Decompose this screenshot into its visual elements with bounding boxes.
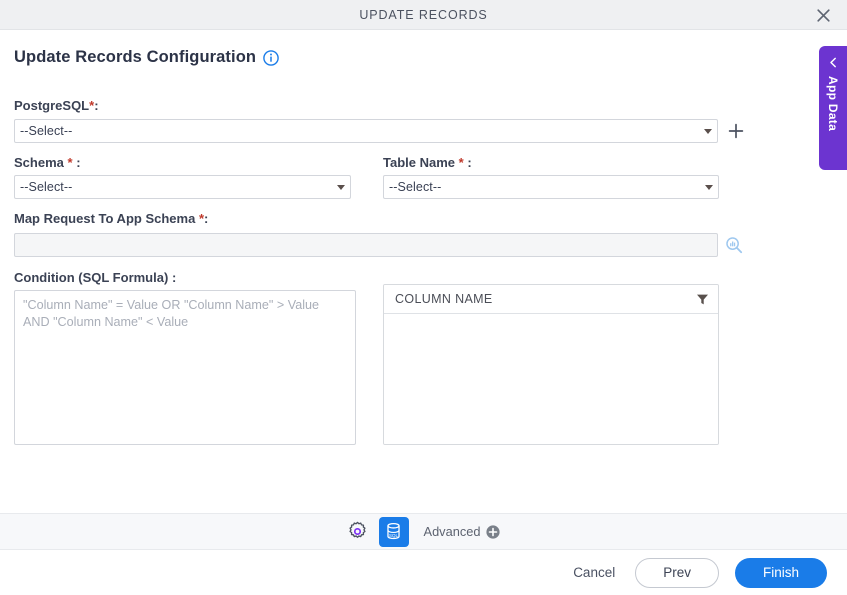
chevron-left-icon: [828, 57, 839, 76]
table-name-label-text: Table Name: [383, 155, 456, 170]
chevron-down-icon: [700, 184, 718, 190]
postgresql-label-text: PostgreSQL: [14, 98, 90, 113]
column-name-panel: COLUMN NAME: [383, 284, 719, 445]
advanced-label: Advanced: [423, 524, 481, 539]
map-request-input[interactable]: [14, 233, 718, 257]
data-search-icon[interactable]: [723, 234, 745, 256]
add-postgresql-connection-button[interactable]: [725, 119, 747, 143]
database-icon[interactable]: SQL: [378, 516, 409, 547]
schema-select[interactable]: --Select--: [14, 175, 351, 199]
condition-label-text: Condition (SQL Formula): [14, 270, 169, 285]
table-name-select-value: --Select--: [389, 180, 442, 194]
map-request-label: Map Request To App Schema *:: [14, 211, 208, 226]
schema-label: Schema * :: [14, 155, 81, 170]
svg-text:SQL: SQL: [389, 533, 399, 538]
plus-circle-icon[interactable]: [486, 524, 501, 539]
postgresql-select[interactable]: --Select--: [14, 119, 718, 143]
update-records-dialog: UPDATE RECORDS Update Records Configurat…: [0, 0, 847, 595]
schema-required-mark: *: [67, 155, 73, 170]
dialog-title: UPDATE RECORDS: [359, 8, 488, 22]
info-circle-icon[interactable]: [263, 49, 279, 66]
chevron-down-icon: [699, 128, 717, 134]
schema-label-text: Schema: [14, 155, 64, 170]
condition-label-colon: :: [171, 270, 177, 285]
condition-label: Condition (SQL Formula) :: [14, 270, 176, 285]
table-name-label-colon: :: [467, 155, 472, 170]
dialog-title-bar: UPDATE RECORDS: [0, 0, 847, 30]
advanced-settings-button[interactable]: Advanced: [424, 524, 501, 539]
column-name-panel-header: COLUMN NAME: [384, 285, 718, 314]
app-data-side-tab-label: App Data: [826, 76, 840, 132]
table-name-required-mark: *: [458, 155, 464, 170]
finish-button[interactable]: Finish: [734, 557, 827, 588]
schema-select-value: --Select--: [20, 180, 73, 194]
dialog-footer: Cancel Prev Finish: [0, 550, 847, 595]
filter-funnel-icon[interactable]: [696, 293, 709, 306]
table-name-select[interactable]: --Select--: [383, 175, 719, 199]
page-header: Update Records Configuration: [14, 48, 279, 67]
close-icon[interactable]: [811, 4, 835, 27]
postgresql-label-colon: :: [94, 98, 99, 113]
gear-icon[interactable]: [347, 521, 368, 542]
dialog-toolbar: SQL Advanced: [0, 513, 847, 550]
prev-button[interactable]: Prev: [635, 557, 719, 588]
schema-label-colon: :: [76, 155, 81, 170]
postgresql-label: PostgreSQL*:: [14, 98, 99, 113]
column-name-header-label: COLUMN NAME: [395, 292, 493, 306]
map-request-label-text: Map Request To App Schema: [14, 211, 196, 226]
cancel-button[interactable]: Cancel: [569, 559, 619, 586]
postgresql-select-value: --Select--: [20, 124, 73, 138]
chevron-down-icon: [332, 184, 350, 190]
column-name-list[interactable]: [384, 314, 718, 444]
condition-placeholder: "Column Name" = Value OR "Column Name" >…: [23, 298, 322, 329]
table-name-label: Table Name * :: [383, 155, 472, 170]
page-title: Update Records Configuration: [14, 48, 257, 66]
map-request-label-colon: :: [204, 211, 209, 226]
condition-sql-textarea[interactable]: "Column Name" = Value OR "Column Name" >…: [14, 290, 356, 445]
app-data-side-tab[interactable]: App Data: [819, 46, 847, 170]
